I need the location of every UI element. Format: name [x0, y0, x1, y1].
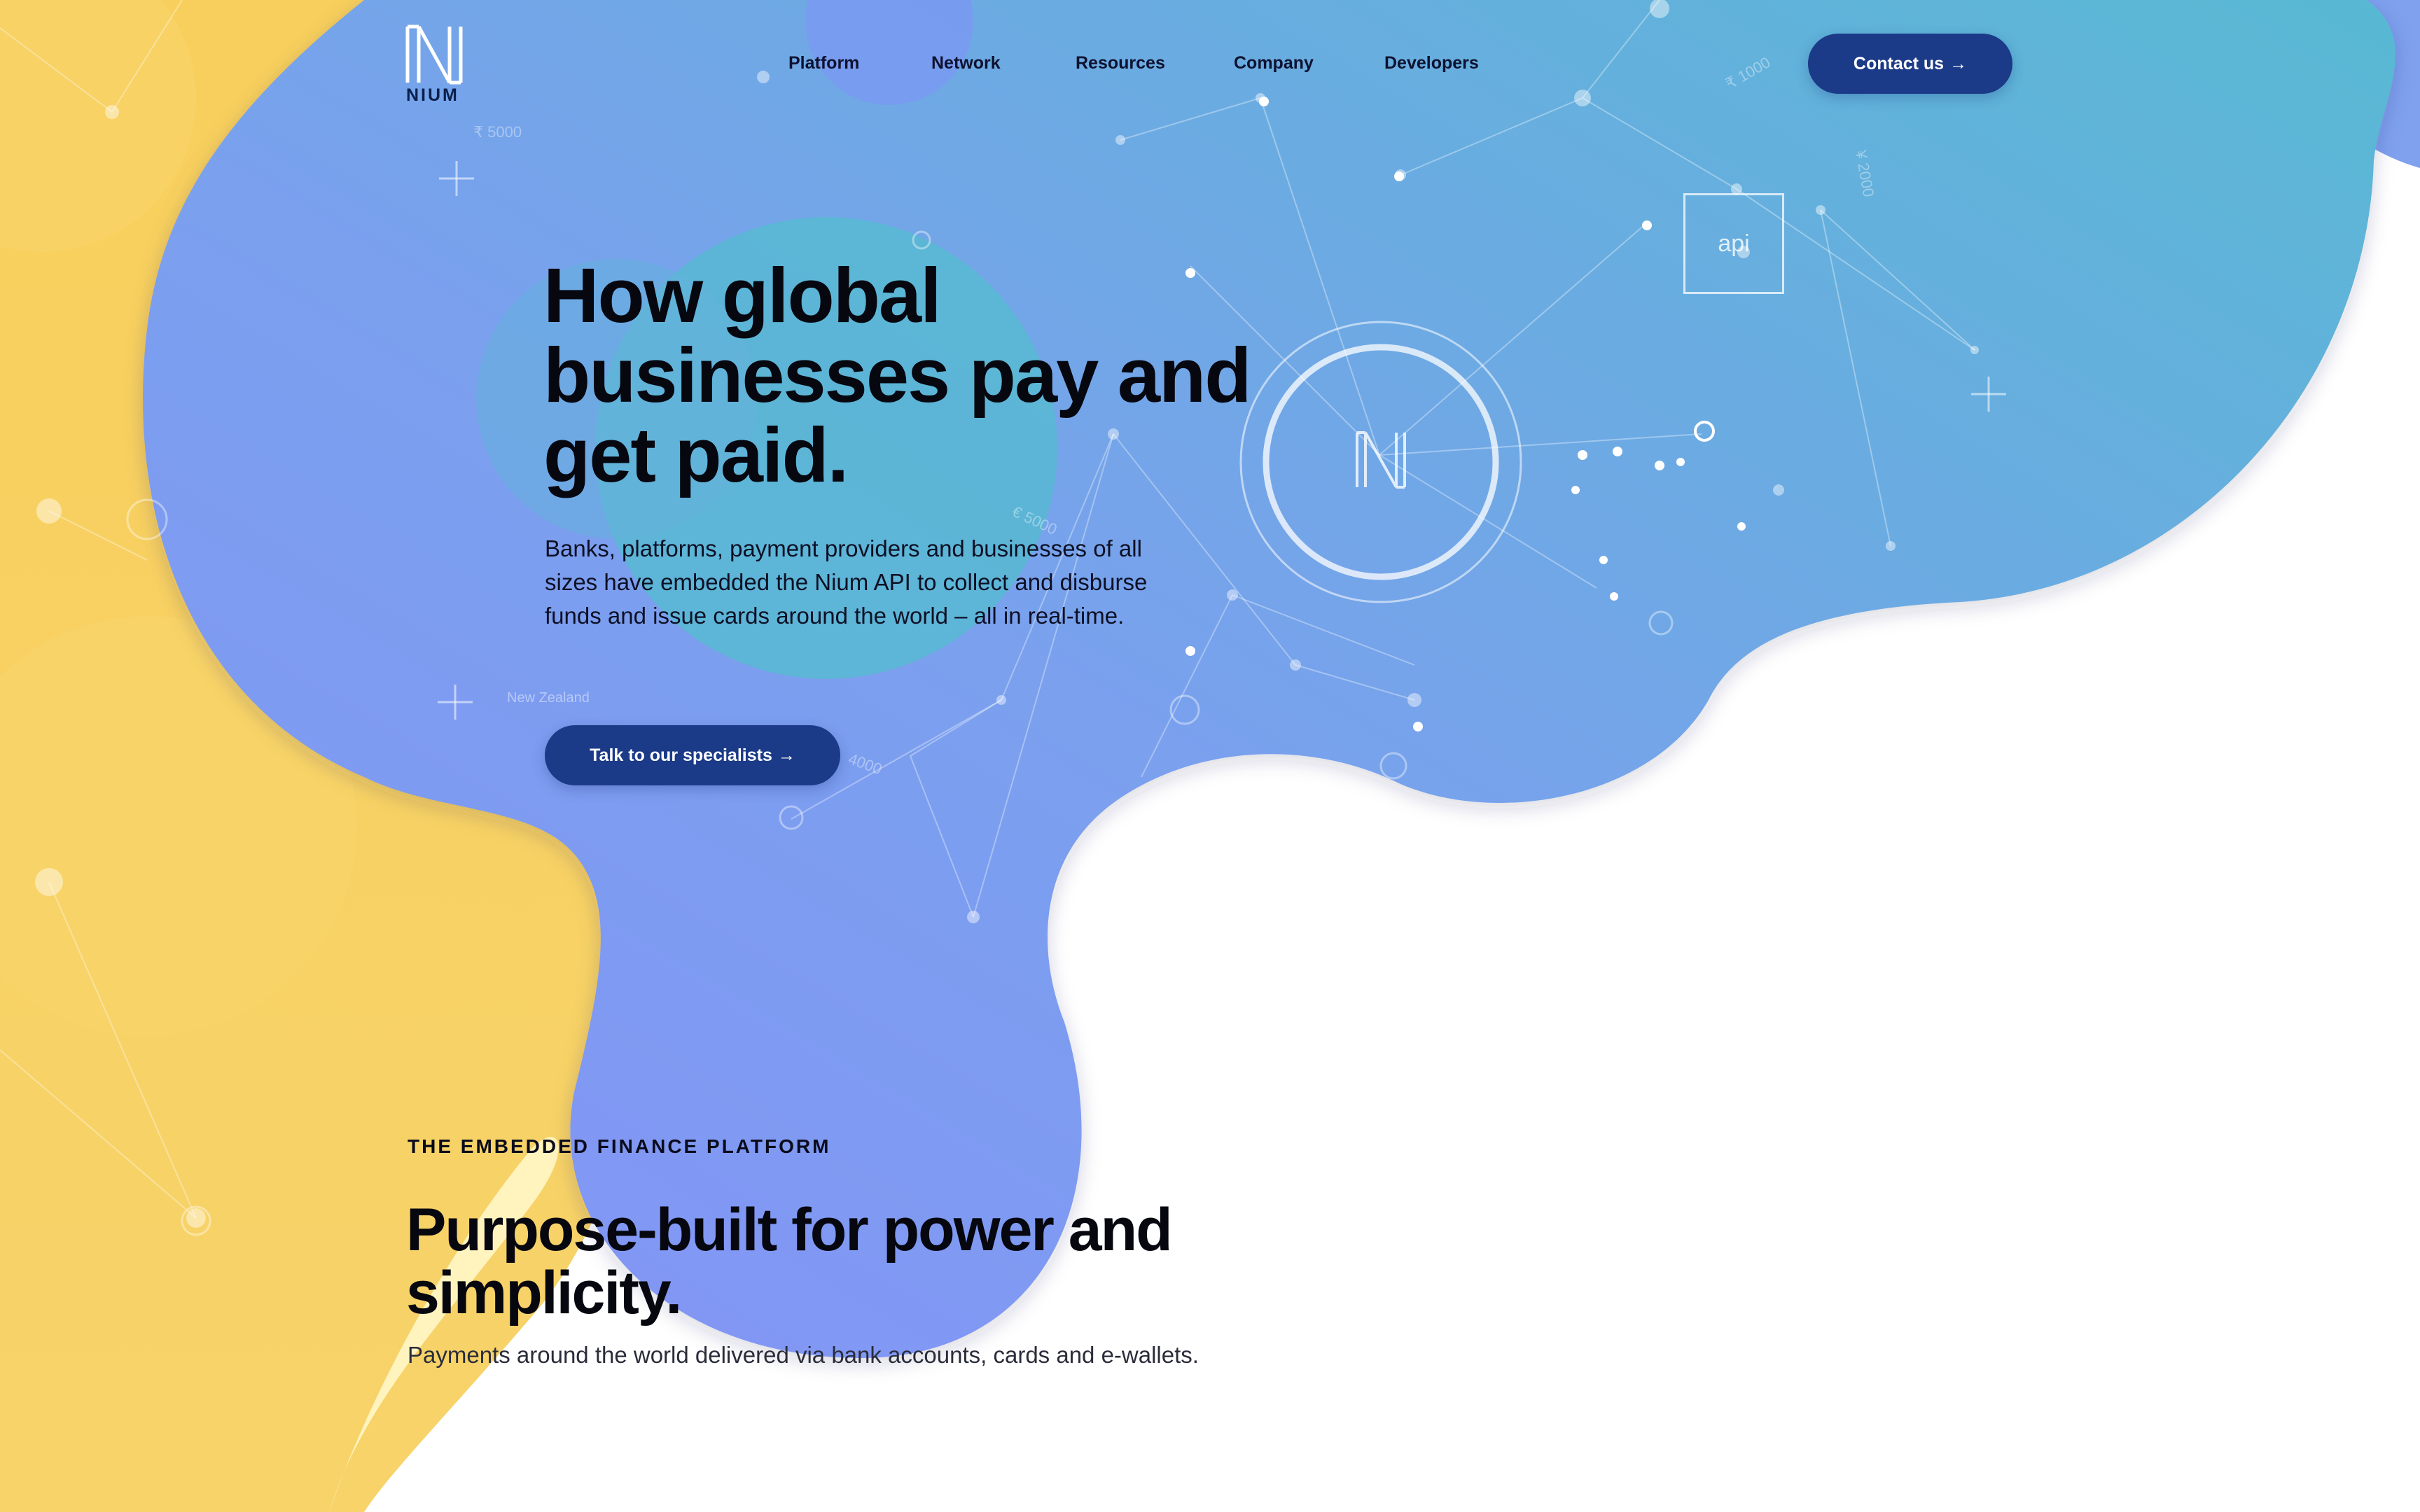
section-eyebrow: THE EMBEDDED FINANCE PLATFORM	[408, 1135, 831, 1157]
talk-to-specialists-label: Talk to our specialists	[590, 745, 772, 765]
rupee-label: ₹ 5000	[473, 123, 522, 141]
section-title: Purpose-built for power and simplicity.	[406, 1196, 1173, 1326]
nav-platform[interactable]: Platform	[788, 53, 859, 74]
section-description: Payments around the world delivered via …	[408, 1342, 1199, 1368]
nav-resources[interactable]: Resources	[1076, 53, 1165, 74]
logo-wordmark: NIUM	[406, 85, 459, 105]
hero-title: How global businesses pay and get paid.	[543, 253, 1251, 498]
nium-logo[interactable]: NIUM	[405, 24, 468, 108]
api-badge: api	[1683, 193, 1784, 294]
nav-network[interactable]: Network	[931, 53, 1001, 74]
contact-us-label: Contact us	[1853, 53, 1945, 74]
hero-description: Banks, platforms, payment providers and …	[545, 536, 1148, 629]
nav-developers[interactable]: Developers	[1384, 53, 1479, 74]
contact-us-button[interactable]: Contact us →	[1808, 34, 2012, 94]
arrow-right-icon: →	[1949, 53, 1968, 74]
arrow-right-icon: →	[777, 745, 795, 765]
nav-company[interactable]: Company	[1234, 53, 1314, 74]
map-label-new-zealand: New Zealand	[507, 690, 590, 706]
api-badge-label: api	[1718, 230, 1750, 257]
nium-logo-mark-icon	[405, 24, 463, 85]
talk-to-specialists-button[interactable]: Talk to our specialists →	[545, 725, 840, 785]
